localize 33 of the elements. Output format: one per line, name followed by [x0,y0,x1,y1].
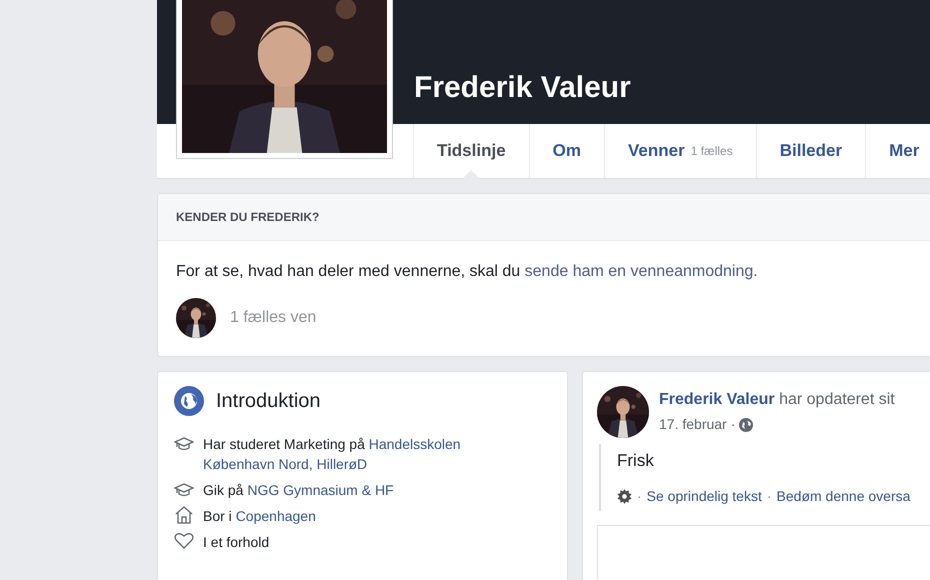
gear-icon[interactable] [617,488,632,504]
separator-dot: · [766,486,772,506]
author-link[interactable]: Frederik Valeur [659,391,775,408]
profile-tab[interactable]: Tidslinje [413,124,529,178]
intro-title: Introduktion [216,389,321,414]
post-headline: Frederik Valeur har opdateret sit [659,390,895,410]
intro-item: Har studeret Marketing på Handelsskolen København Nord, HillerøD [203,435,462,474]
translation-link[interactable]: Se oprindelig tekst [646,486,762,506]
friend-avatar[interactable] [176,298,216,338]
friend-request-text: For at se, hvad han deler med vennerne, skal du sende ham en venneanmodning. [176,262,759,282]
heart-icon [174,532,194,549]
intro-item: I et forhold [203,533,270,552]
tab-count: 1 fælles [690,143,733,160]
house-icon [174,506,194,524]
author-avatar[interactable] [597,386,649,438]
friend-request-link[interactable]: sende ham en venneanmodning. [524,263,758,280]
graduation-cap-icon [174,436,194,452]
separator-dot: · [730,415,736,434]
profile-tab[interactable]: Venner 1 fælles [604,124,756,178]
globe-icon [739,418,754,432]
separator-dot: · [637,486,642,506]
profile-tab[interactable]: Om [528,124,604,178]
translation-link[interactable]: Bedøm denne oversa [776,486,910,506]
globe-icon [174,386,204,416]
profile-tab[interactable]: Mer [865,124,930,178]
profile-name: Frederik Valeur [414,70,631,106]
post-text: Frisk [617,450,655,472]
profile-tab[interactable]: Billeder [756,124,866,178]
intro-item: Bor i Copenhagen [203,507,317,526]
post-date[interactable]: 17. februar [659,414,727,435]
graduation-cap-icon [174,482,194,498]
intro-item: Gik på NGG Gymnasium & HF [203,481,395,500]
card-title: KENDER DU FREDERIK? [176,209,320,226]
